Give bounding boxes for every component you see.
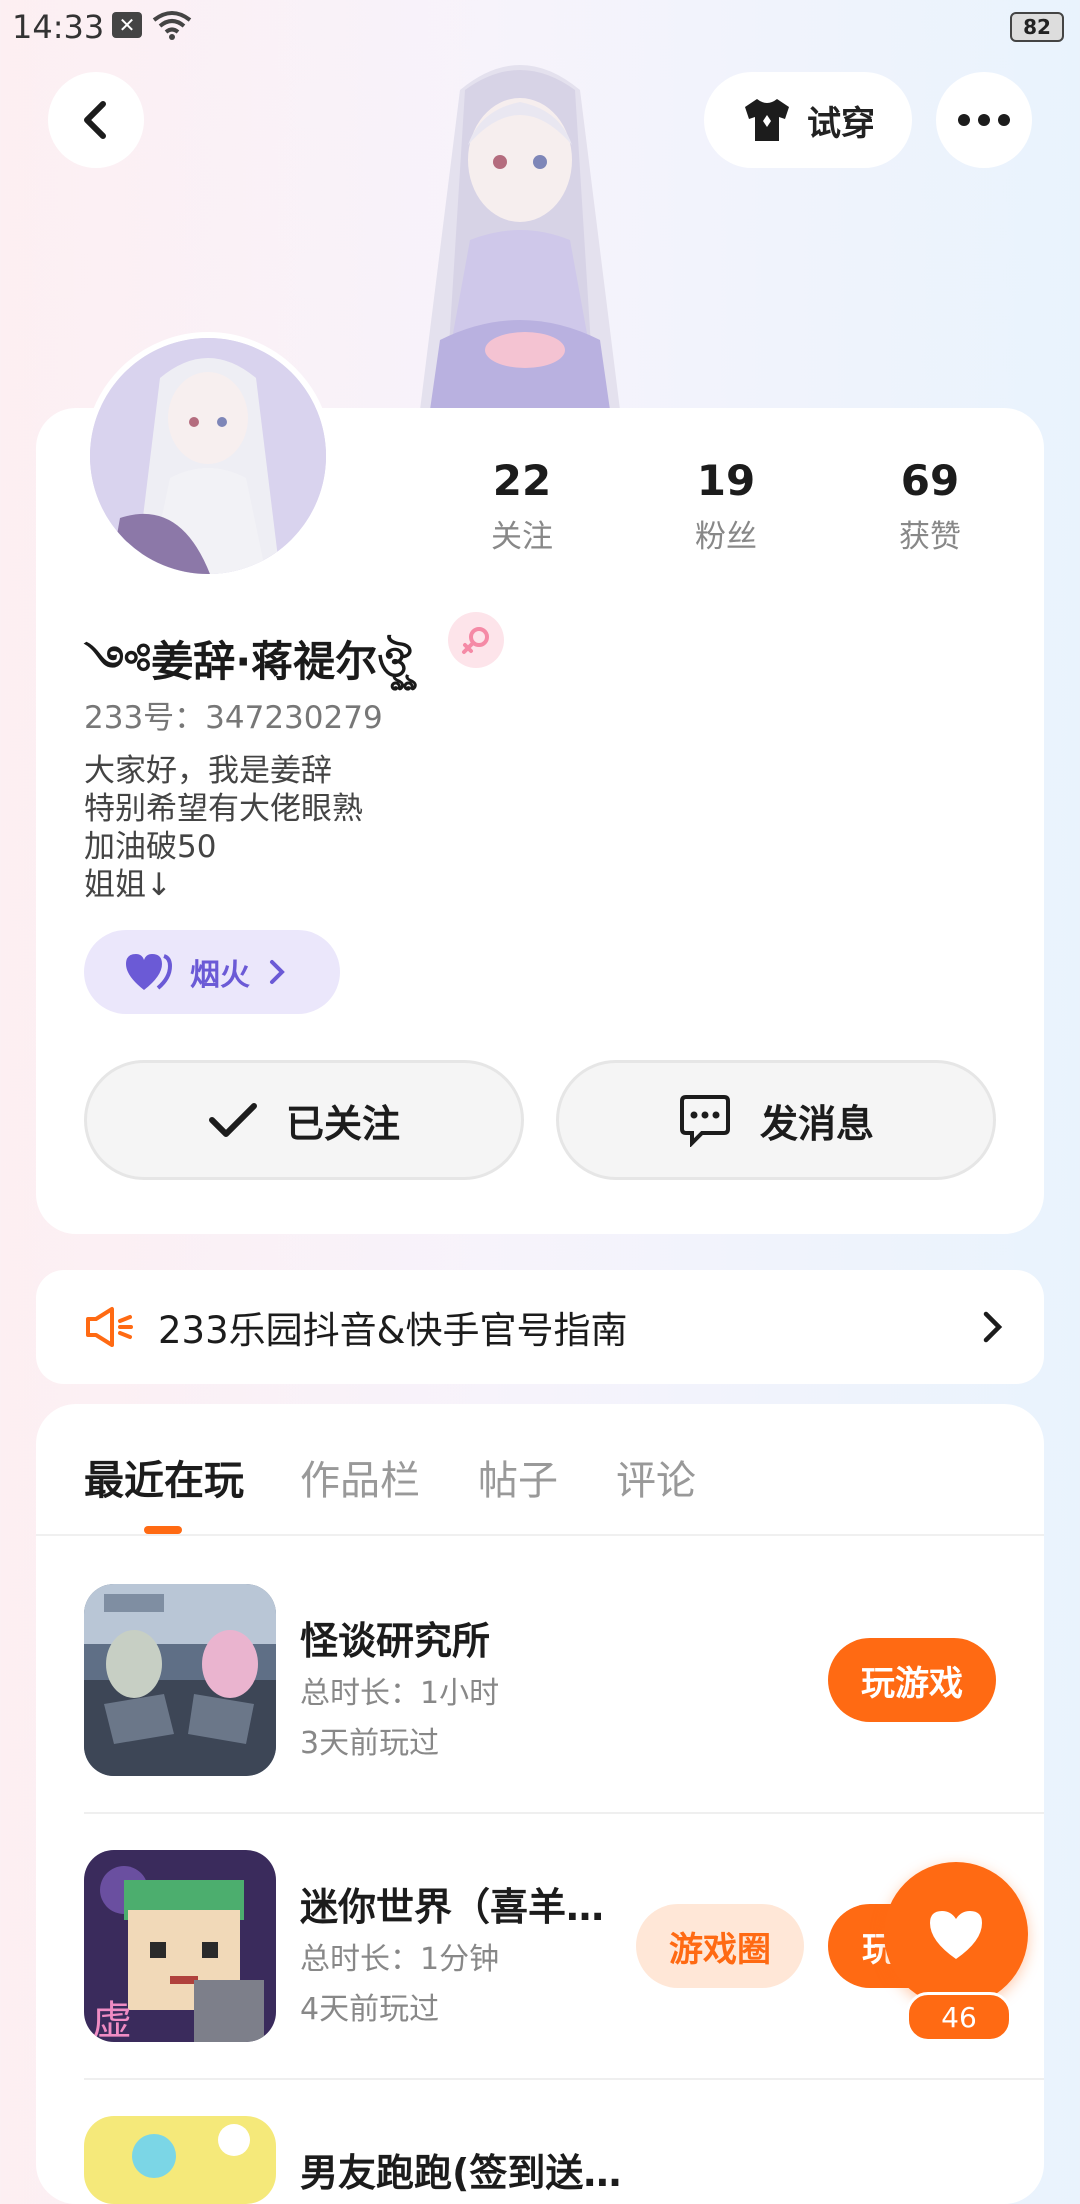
heart-icon bbox=[126, 954, 172, 990]
tab-posts[interactable]: 帖子 bbox=[478, 1448, 558, 1506]
game-title[interactable]: 迷你世界（喜羊… bbox=[300, 1876, 604, 1931]
row-divider bbox=[84, 1812, 1044, 1814]
fans-label: 粉丝 bbox=[695, 519, 757, 555]
game-last-played: 4天前玩过 bbox=[300, 1992, 440, 2027]
like-count-badge: 46 bbox=[906, 1992, 1012, 2042]
battery-indicator: 82 bbox=[1010, 12, 1064, 42]
content-tabs-card: 最近在玩 作品栏 帖子 评论 怪谈研究所 总时长：1小时 3天前玩过 玩游戏 虚… bbox=[36, 1404, 1044, 2204]
user-id: 233号：347230279 bbox=[84, 700, 383, 736]
firework-label: 烟火 bbox=[190, 958, 250, 993]
chat-bubble-icon bbox=[679, 1095, 730, 1147]
megaphone-icon bbox=[86, 1307, 133, 1347]
game-duration: 总时长：1分钟 bbox=[300, 1942, 500, 1977]
status-icons: ✕ bbox=[112, 10, 192, 40]
more-dots-icon bbox=[958, 114, 1010, 126]
shirt-icon bbox=[745, 99, 789, 141]
stat-following[interactable]: 22 关注 bbox=[442, 456, 602, 556]
more-options-button[interactable] bbox=[936, 72, 1032, 168]
try-on-button[interactable]: 试穿 bbox=[704, 72, 912, 168]
try-on-label: 试穿 bbox=[807, 103, 875, 144]
wifi-icon bbox=[152, 11, 192, 40]
play-game-button[interactable]: 玩游戏 bbox=[828, 1638, 996, 1722]
bio: 大家好，我是姜辞 特别希望有大佬眼熟 加油破50 姐姐↓ bbox=[84, 752, 363, 904]
stat-likes[interactable]: 69 获赞 bbox=[850, 456, 1010, 556]
game-icon[interactable]: 虚 bbox=[84, 1850, 276, 2042]
notification-x-icon: ✕ bbox=[112, 12, 142, 38]
bio-line: 姐姐↓ bbox=[84, 867, 172, 903]
following-label: 关注 bbox=[491, 519, 553, 555]
checkmark-icon bbox=[208, 1103, 257, 1137]
heart-icon bbox=[930, 1911, 982, 1959]
game-title[interactable]: 怪谈研究所 bbox=[300, 1610, 490, 1665]
announcement-banner[interactable]: 233乐园抖音&快手官号指南 bbox=[36, 1270, 1044, 1384]
followed-button[interactable]: 已关注 bbox=[84, 1060, 524, 1180]
bio-line: 大家好，我是姜辞 bbox=[84, 753, 332, 789]
tab-recently-played[interactable]: 最近在玩 bbox=[84, 1448, 244, 1506]
send-message-label: 发消息 bbox=[759, 1101, 874, 1146]
following-count: 22 bbox=[492, 456, 552, 505]
game-icon[interactable] bbox=[84, 2116, 276, 2204]
likes-count: 69 bbox=[900, 456, 960, 505]
female-gender-icon bbox=[448, 612, 504, 668]
chevron-right-icon bbox=[983, 1311, 1003, 1343]
tab-divider bbox=[36, 1534, 1044, 1536]
likes-label: 获赞 bbox=[899, 519, 961, 555]
tab-comments[interactable]: 评论 bbox=[616, 1448, 696, 1506]
svg-text:虚: 虚 bbox=[92, 1998, 132, 2042]
followed-label: 已关注 bbox=[285, 1101, 400, 1146]
game-title[interactable]: 男友跑跑(签到送… bbox=[300, 2142, 621, 2197]
stat-fans[interactable]: 19 粉丝 bbox=[646, 456, 806, 556]
tab-works[interactable]: 作品栏 bbox=[300, 1448, 420, 1506]
game-duration: 总时长：1小时 bbox=[300, 1676, 500, 1711]
status-time: 14:33 bbox=[12, 8, 105, 46]
avatar[interactable] bbox=[84, 332, 332, 580]
announcement-text: 233乐园抖音&快手官号指南 bbox=[158, 1309, 628, 1352]
bio-line: 特别希望有大佬眼熟 bbox=[84, 791, 363, 827]
game-last-played: 3天前玩过 bbox=[300, 1726, 440, 1761]
like-button[interactable] bbox=[884, 1862, 1028, 2006]
row-divider bbox=[84, 2078, 1044, 2080]
send-message-button[interactable]: 发消息 bbox=[556, 1060, 996, 1180]
game-circle-button[interactable]: 游戏圈 bbox=[636, 1904, 804, 1988]
fans-count: 19 bbox=[696, 456, 756, 505]
avatar-image bbox=[90, 338, 326, 574]
chevron-left-icon bbox=[84, 101, 106, 139]
chevron-right-icon bbox=[270, 960, 285, 984]
active-tab-indicator bbox=[144, 1526, 182, 1534]
avatar-character-figure bbox=[420, 65, 620, 410]
firework-chip[interactable]: 烟火 bbox=[84, 930, 340, 1014]
game-icon[interactable] bbox=[84, 1584, 276, 1776]
bio-line: 加油破50 bbox=[84, 829, 217, 865]
back-button[interactable] bbox=[48, 72, 144, 168]
